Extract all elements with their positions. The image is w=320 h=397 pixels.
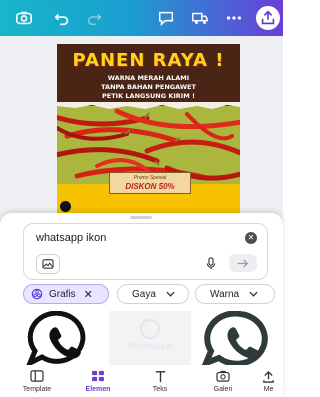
elements-icon — [73, 369, 123, 383]
clear-icon[interactable]: ✕ — [245, 232, 257, 244]
image-icon — [42, 259, 54, 269]
search-input[interactable]: whatsapp ikon — [36, 232, 106, 244]
arrow-right-icon — [237, 259, 249, 267]
search-submit-button[interactable] — [229, 254, 257, 272]
delivery-truck-icon[interactable] — [190, 8, 210, 28]
poster-subtitle-line: WARNA MERAH ALAMI — [107, 74, 190, 82]
template-icon — [12, 369, 62, 383]
discount-caption: Promo Spesial — [133, 175, 167, 181]
text-icon — [135, 369, 185, 383]
filter-grafis-label: Grafis — [49, 288, 76, 300]
poster-subtitle-line: PETIK LANGSUNG KIRIM ! — [102, 92, 195, 100]
close-icon[interactable]: ✕ — [84, 288, 93, 301]
bottom-navigation: Template Elemen Teks Galeri Me — [0, 367, 283, 397]
undo-icon[interactable] — [52, 8, 72, 28]
design-poster[interactable]: PANEN RAYA ! WARNA MERAH ALAMI TANPA BAH… — [57, 44, 240, 214]
upload-icon — [254, 369, 283, 383]
redo-icon[interactable] — [84, 8, 104, 28]
drag-handle[interactable] — [130, 216, 152, 219]
home-icon[interactable] — [14, 8, 34, 28]
nav-me[interactable]: Me — [254, 369, 283, 393]
camera-icon — [198, 369, 248, 383]
search-results: WhatsApp — [20, 311, 283, 365]
more-icon[interactable] — [224, 8, 244, 28]
result-whatsapp-black[interactable] — [20, 311, 106, 365]
nav-teks[interactable]: Teks — [135, 369, 185, 393]
microphone-icon[interactable] — [201, 254, 221, 272]
nav-elemen-label: Elemen — [85, 386, 111, 393]
search-box[interactable]: whatsapp ikon ✕ — [23, 223, 268, 280]
filter-warna-label: Warna — [210, 288, 240, 300]
filter-warna[interactable]: Warna — [195, 284, 275, 304]
comment-icon[interactable] — [156, 8, 176, 28]
nav-galeri[interactable]: Galeri — [198, 369, 248, 393]
nav-elemen[interactable]: Elemen — [73, 369, 123, 393]
chevron-down-icon — [166, 291, 175, 297]
nav-galeri-label: Galeri — [213, 386, 233, 393]
chevron-down-icon — [249, 291, 258, 297]
poster-subtitle-line: TANPA BAHAN PENGAWET — [101, 83, 196, 91]
nav-teks-label: Teks — [152, 386, 168, 393]
filter-gaya-label: Gaya — [132, 288, 156, 300]
nav-template[interactable]: Template — [12, 369, 62, 393]
poster-subtitle: WARNA MERAH ALAMI TANPA BAHAN PENGAWET P… — [63, 74, 234, 101]
whatsapp-wordmark: WhatsApp — [127, 341, 173, 351]
top-toolbar — [0, 0, 283, 36]
poster-title: PANEN RAYA ! — [72, 50, 225, 71]
image-search-button[interactable] — [36, 254, 60, 274]
filter-gaya[interactable]: Gaya — [117, 284, 189, 304]
share-icon[interactable] — [256, 6, 280, 30]
torn-paper-edge — [57, 102, 240, 109]
discount-sign: Promo Spesial DISKON 50% — [109, 172, 191, 194]
result-whatsapp-logo-faded[interactable]: WhatsApp — [109, 311, 191, 365]
whatsapp-icon — [60, 201, 71, 212]
filter-grafis[interactable]: Grafis ✕ — [23, 284, 109, 304]
graphics-icon — [31, 288, 43, 300]
discount-label: DISKON 50% — [125, 182, 175, 191]
result-whatsapp-dark[interactable] — [194, 311, 283, 365]
nav-template-label: Template — [22, 386, 52, 393]
nav-me-label: Me — [263, 386, 274, 393]
